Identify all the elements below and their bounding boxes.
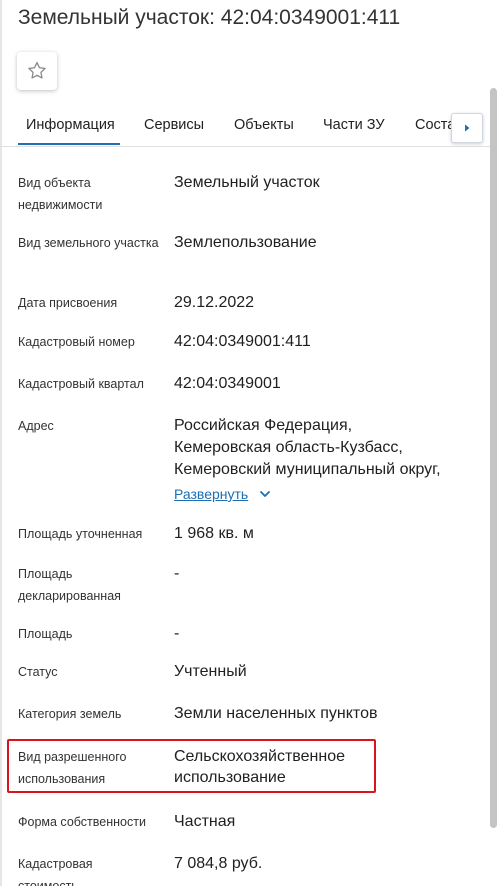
- label-address: Адрес: [18, 419, 54, 433]
- value-cadastral-quarter: 42:04:0349001: [174, 375, 281, 392]
- tab-scroll-right-button[interactable]: [451, 113, 483, 143]
- scrollbar-thumb[interactable]: [490, 88, 497, 828]
- value-cadastral-value: 7 084,8 руб.: [174, 855, 263, 872]
- tab-composition[interactable]: Соста: [415, 117, 455, 133]
- value-address-line-2: Кемеровская область-Кузбасс,: [174, 439, 403, 456]
- label-cadastral-value: Кадастровая стоимость: [18, 857, 93, 886]
- value-cadastral-number: 42:04:0349001:411: [174, 333, 311, 350]
- star-outline-icon: [28, 61, 46, 79]
- label-land-category: Категория земель: [18, 707, 122, 721]
- value-address-line-1: Российская Федерация,: [174, 417, 353, 434]
- label-ownership: Форма собственности: [18, 815, 146, 829]
- label-area: Площадь: [18, 627, 73, 641]
- favorite-button[interactable]: [17, 52, 57, 90]
- expand-label: Развернуть: [174, 486, 249, 502]
- label-land-type: Вид земельного участка: [18, 236, 159, 250]
- tab-objects[interactable]: Объекты: [234, 117, 294, 133]
- label-cadastral-quarter: Кадастровый квартал: [18, 377, 144, 391]
- tab-parts[interactable]: Части ЗУ: [323, 117, 385, 133]
- value-status: Учтенный: [174, 663, 247, 680]
- value-area-specified: 1 968 кв. м: [174, 525, 254, 542]
- value-land-category: Земли населенных пунктов: [174, 705, 378, 722]
- label-object-type: Вид объекта недвижимости: [18, 176, 103, 212]
- label-area-declared: Площадь декларированная: [18, 567, 121, 603]
- label-status: Статус: [18, 665, 58, 679]
- value-land-type: Землепользование: [174, 234, 317, 251]
- label-cadastral-number: Кадастровый номер: [18, 335, 135, 349]
- value-address-line-3: Кемеровский муниципальный округ,: [174, 461, 441, 478]
- triangle-right-icon: [465, 124, 470, 132]
- value-object-type: Земельный участок: [174, 174, 320, 191]
- value-area-declared: -: [174, 565, 180, 582]
- object-info-panel: Земельный участок: 42:04:0349001:411 Инф…: [0, 0, 501, 886]
- active-tab-indicator: [18, 143, 120, 145]
- tab-info[interactable]: Информация: [26, 117, 115, 133]
- chevron-down-icon: [260, 491, 271, 497]
- value-area: -: [174, 625, 180, 642]
- address-expand-link[interactable]: Развернуть: [174, 486, 272, 502]
- permitted-use-highlight: [7, 739, 376, 793]
- tab-bar: Информация Сервисы Объекты Части ЗУ Сост…: [0, 104, 490, 147]
- page-title: Земельный участок: 42:04:0349001:411: [18, 6, 401, 29]
- value-ownership: Частная: [174, 813, 236, 830]
- value-assign-date: 29.12.2022: [174, 294, 255, 311]
- tab-services[interactable]: Сервисы: [144, 117, 204, 133]
- label-assign-date: Дата присвоения: [18, 296, 118, 310]
- label-area-specified: Площадь уточненная: [18, 527, 143, 541]
